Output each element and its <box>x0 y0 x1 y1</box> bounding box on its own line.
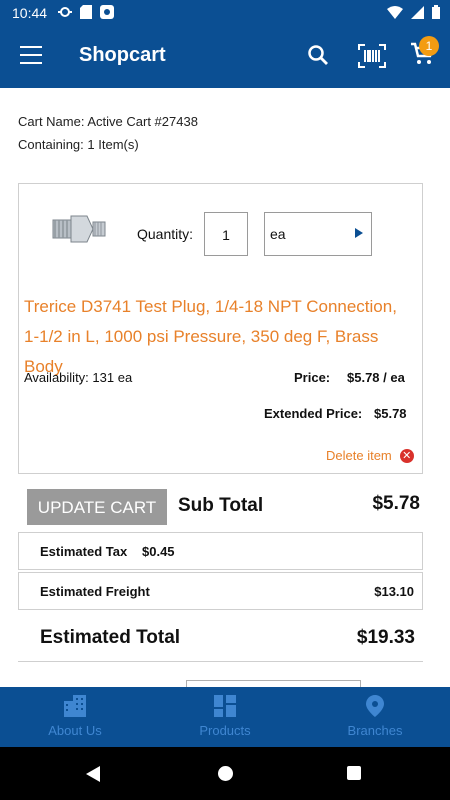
price-label: Price: <box>294 370 331 385</box>
nav-label-branches: Branches <box>347 723 403 738</box>
app-title: Shopcart <box>79 44 166 66</box>
subtotal-value: $5.78 <box>372 493 420 514</box>
delete-icon: ✕ <box>399 448 414 463</box>
nav-item-branches[interactable]: Branches <box>300 695 450 738</box>
estimated-freight-label: Estimated Freight <box>40 584 150 599</box>
system-navigation-bar <box>0 747 450 800</box>
price-value: $5.78 / ea <box>347 370 405 385</box>
estimated-freight-value: $13.10 <box>374 584 414 599</box>
status-notification-icons <box>58 5 114 19</box>
bottom-navigation: About Us Products Branches <box>0 687 450 747</box>
product-thumbnail[interactable] <box>51 210 107 248</box>
delete-item-label: Delete item <box>326 448 392 463</box>
cart-count-badge: 1 <box>419 36 439 56</box>
cart-info: Cart Name: Active Cart #27438 Containing… <box>18 114 198 160</box>
cart-containing-row: Containing: 1 Item(s) <box>18 137 198 152</box>
status-system-icons <box>387 5 440 19</box>
quantity-label: Quantity: <box>137 226 194 242</box>
cart-item-card: Quantity: 1 ea Trerice D3741 Test Plug, … <box>18 183 423 474</box>
extended-price-label: Extended Price: <box>264 406 363 421</box>
unit-select[interactable]: ea <box>264 212 372 256</box>
availability-label: Availability: <box>24 370 89 385</box>
unit-select-value: ea <box>270 226 286 242</box>
estimated-tax-label: Estimated Tax <box>40 544 128 559</box>
status-time: 10:44 <box>12 5 48 21</box>
building-icon <box>64 695 86 717</box>
product-name-link[interactable]: Trerice D3741 Test Plug, 1/4-18 NPT Conn… <box>24 292 414 382</box>
cart-containing-label: Containing: <box>18 137 84 152</box>
back-icon[interactable] <box>86 766 100 782</box>
extended-price-value: $5.78 <box>374 406 407 421</box>
wifi-icon <box>387 5 403 19</box>
nav-label-products: Products <box>199 723 251 738</box>
estimated-tax-row: Estimated Tax $0.45 <box>18 532 423 570</box>
nav-item-products[interactable]: Products <box>150 695 300 738</box>
sd-card-icon <box>80 5 92 19</box>
vpn-icon <box>58 7 72 17</box>
cart-name-value: Active Cart #27438 <box>87 114 198 129</box>
cart-containing-value: 1 Item(s) <box>87 137 139 152</box>
barcode-scan-icon[interactable] <box>358 44 386 68</box>
availability-value: 131 ea <box>92 370 133 385</box>
estimated-tax-value: $0.45 <box>142 544 175 559</box>
location-pin-icon <box>366 695 384 717</box>
delete-item-button[interactable]: Delete item ✕ <box>326 448 414 463</box>
battery-icon <box>432 5 440 19</box>
subtotal-label: Sub Total <box>178 495 264 516</box>
estimated-total-label: Estimated Total <box>40 627 181 648</box>
home-icon[interactable] <box>218 766 233 781</box>
signal-icon <box>411 5 424 19</box>
grid-icon <box>214 695 236 717</box>
divider <box>18 661 423 662</box>
cart-name-row: Cart Name: Active Cart #27438 <box>18 114 198 129</box>
dropdown-arrow-icon <box>355 228 363 238</box>
nav-label-about-us: About Us <box>48 723 102 738</box>
app-bar: Shopcart 1 <box>0 26 450 88</box>
nav-item-about-us[interactable]: About Us <box>0 695 150 738</box>
menu-icon[interactable] <box>20 46 42 64</box>
status-bar: 10:44 <box>0 0 450 26</box>
search-icon[interactable] <box>307 44 329 66</box>
update-cart-button[interactable]: UPDATE CART <box>27 489 167 525</box>
estimated-total-value: $19.33 <box>356 627 415 648</box>
availability: Availability: 131 ea <box>24 370 132 385</box>
app-notification-icon <box>100 5 114 19</box>
recent-apps-icon[interactable] <box>347 766 361 780</box>
estimated-freight-row: Estimated Freight $13.10 <box>18 572 423 610</box>
quantity-input[interactable]: 1 <box>204 212 248 256</box>
cart-name-label: Cart Name: <box>18 114 85 129</box>
